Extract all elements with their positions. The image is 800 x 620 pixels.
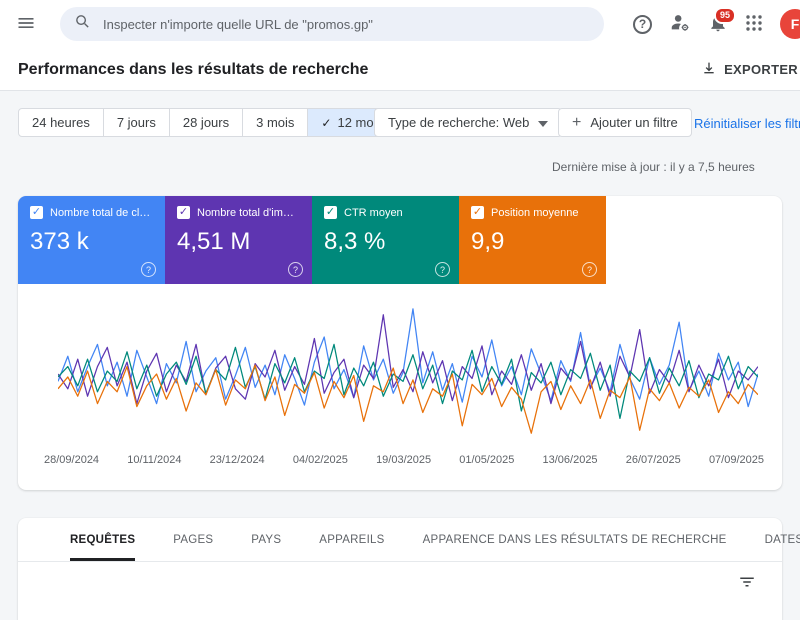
date-range-24h[interactable]: 24 heures xyxy=(19,109,103,136)
topbar: 95 F xyxy=(0,0,800,48)
apps-grid-button[interactable] xyxy=(745,14,763,35)
help-icon[interactable] xyxy=(435,262,450,277)
chip-label: 28 jours xyxy=(183,115,229,130)
metric-value: 9,9 xyxy=(471,228,594,256)
x-axis-label: 28/09/2024 xyxy=(44,454,99,466)
performance-chart xyxy=(58,300,758,448)
metric-label: Nombre total d'impressions xyxy=(197,207,299,219)
x-axis-label: 19/03/2025 xyxy=(376,454,431,466)
search-input[interactable] xyxy=(103,17,590,32)
table-toolbar xyxy=(18,562,782,604)
metric-label: Position moyenne xyxy=(491,207,578,219)
url-inspect-search[interactable] xyxy=(60,7,604,41)
download-icon xyxy=(701,60,717,79)
performance-panel: Nombre total de clics 373 k Nombre total… xyxy=(18,196,782,490)
search-console-performance-page: 95 F Performances dans les résultats de … xyxy=(0,0,800,620)
chip-label: 3 mois xyxy=(256,115,294,130)
date-range-7j[interactable]: 7 jours xyxy=(103,109,169,136)
topbar-actions: 95 F xyxy=(633,9,800,39)
tab-dates[interactable]: DATES xyxy=(765,518,800,561)
metric-card-clicks[interactable]: Nombre total de clics 373 k xyxy=(18,196,165,284)
metric-cards-row: Nombre total de clics 373 k Nombre total… xyxy=(18,196,782,284)
x-axis-label: 23/12/2024 xyxy=(210,454,265,466)
x-axis-label: 04/02/2025 xyxy=(293,454,348,466)
export-label: EXPORTER xyxy=(724,62,798,77)
export-button[interactable]: EXPORTER xyxy=(701,60,798,79)
help-icon[interactable] xyxy=(141,262,156,277)
checkbox-checked-icon[interactable] xyxy=(324,206,337,219)
tab-appareils[interactable]: APPAREILS xyxy=(319,518,384,561)
chip-label: 7 jours xyxy=(117,115,156,130)
reset-filters-link[interactable]: Réinitialiser les filtres xyxy=(694,108,800,138)
date-range-28j[interactable]: 28 jours xyxy=(169,109,242,136)
metric-value: 8,3 % xyxy=(324,228,447,256)
filter-list-icon xyxy=(738,573,756,594)
metric-label: CTR moyen xyxy=(344,207,403,219)
metric-card-position[interactable]: Position moyenne 9,9 xyxy=(459,196,606,284)
x-axis-label: 13/06/2025 xyxy=(543,454,598,466)
x-axis-label: 26/07/2025 xyxy=(626,454,681,466)
manage-accounts-button[interactable] xyxy=(669,12,691,37)
notifications-button[interactable]: 95 xyxy=(708,13,728,36)
checkbox-checked-icon[interactable] xyxy=(177,206,190,219)
metric-card-impressions[interactable]: Nombre total d'impressions 4,51 M xyxy=(165,196,312,284)
grid-icon xyxy=(745,14,763,35)
check-icon xyxy=(321,116,331,130)
last-update-text: Dernière mise à jour : il y a 7,5 heures xyxy=(552,160,755,174)
chip-label: Ajouter un filtre xyxy=(590,115,677,130)
metric-label: Nombre total de clics xyxy=(50,207,152,219)
dimensions-panel: REQUÊTES PAGES PAYS APPAREILS APPARENCE … xyxy=(18,518,782,620)
avatar[interactable]: F xyxy=(780,9,800,39)
table-filter-button[interactable] xyxy=(738,573,756,594)
tab-pays[interactable]: PAYS xyxy=(251,518,281,561)
chart-x-axis: 28/09/2024 10/11/2024 23/12/2024 04/02/2… xyxy=(44,454,764,466)
hamburger-icon xyxy=(16,13,36,36)
help-button[interactable] xyxy=(633,15,652,34)
checkbox-checked-icon[interactable] xyxy=(471,206,484,219)
chip-label: Type de recherche: Web xyxy=(388,115,529,130)
metric-card-ctr[interactable]: CTR moyen 8,3 % xyxy=(312,196,459,284)
chevron-down-icon xyxy=(538,115,548,130)
tab-requetes[interactable]: REQUÊTES xyxy=(70,518,135,561)
help-icon[interactable] xyxy=(288,262,303,277)
notification-badge: 95 xyxy=(714,7,736,24)
add-filter-button[interactable]: Ajouter un filtre xyxy=(558,108,692,137)
metric-value: 4,51 M xyxy=(177,228,300,256)
help-icon[interactable] xyxy=(582,262,597,277)
x-axis-label: 01/05/2025 xyxy=(459,454,514,466)
x-axis-label: 07/09/2025 xyxy=(709,454,764,466)
x-axis-label: 10/11/2024 xyxy=(127,454,181,466)
search-icon xyxy=(74,13,91,35)
chip-label: 24 heures xyxy=(32,115,90,130)
checkbox-checked-icon[interactable] xyxy=(30,206,43,219)
menu-button[interactable] xyxy=(16,13,36,36)
date-range-group: 24 heures 7 jours 28 jours 3 mois 12 moi… xyxy=(18,108,397,137)
dimension-tabs: REQUÊTES PAGES PAYS APPAREILS APPARENCE … xyxy=(18,518,782,562)
tab-pages[interactable]: PAGES xyxy=(173,518,213,561)
header-zone: 95 F Performances dans les résultats de … xyxy=(0,0,800,91)
person-gear-icon xyxy=(669,12,691,37)
page-title: Performances dans les résultats de reche… xyxy=(18,61,368,79)
tab-apparence[interactable]: APPARENCE DANS LES RÉSULTATS DE RECHERCH… xyxy=(423,518,727,561)
date-range-3m[interactable]: 3 mois xyxy=(242,109,307,136)
help-icon xyxy=(633,15,652,34)
search-type-filter[interactable]: Type de recherche: Web xyxy=(374,108,562,137)
title-row: Performances dans les résultats de reche… xyxy=(0,48,800,91)
metric-value: 373 k xyxy=(30,228,153,256)
plus-icon xyxy=(572,115,581,130)
